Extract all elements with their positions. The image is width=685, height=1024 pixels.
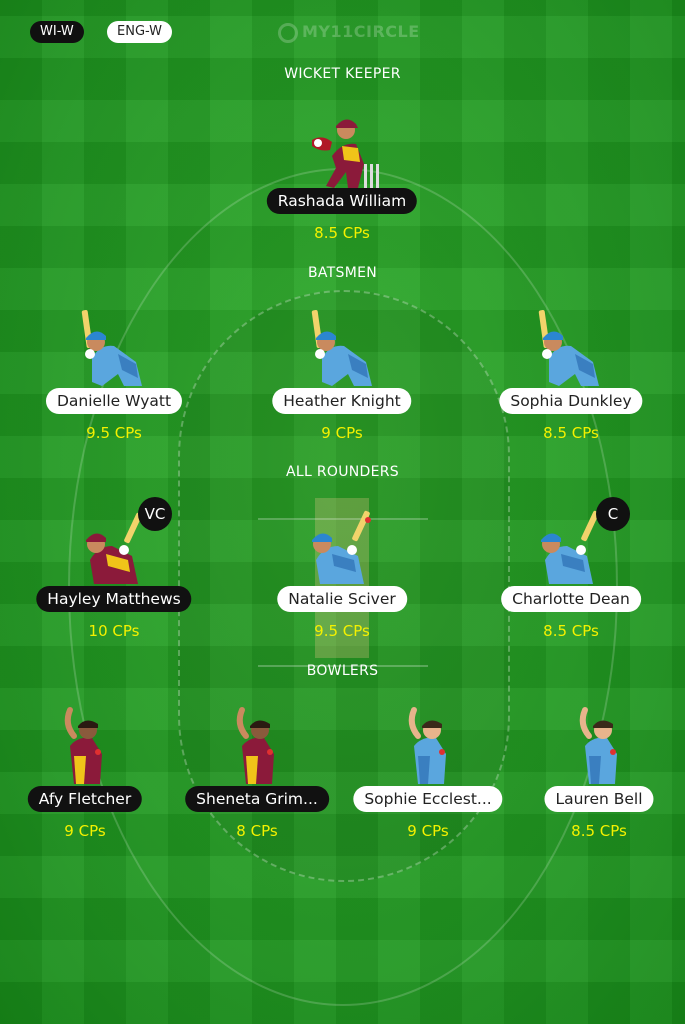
player-credits: 8.5 CPs [571,822,627,840]
team-b-pill: ENG-W [107,21,173,43]
player-credits: 8 CPs [236,822,278,840]
app-logo: MY11CIRCLE [278,18,420,46]
logo-icon [278,22,298,43]
player-name: Danielle Wyatt [45,388,183,414]
section-batsmen: BATSMEN [307,265,378,281]
section-wicket-keeper: WICKET KEEPER [284,66,401,82]
player-credits: 8.5 CPs [314,224,370,242]
vice-captain-badge: VC [138,497,172,531]
batsman-icon [81,310,142,386]
logo-text: MY11CIRCLE [302,22,420,41]
player-credits: 9 CPs [321,424,363,442]
bowler-icon [408,707,446,784]
batsman-icon [311,310,372,386]
player-name: Sophie Ecclest... [353,786,503,812]
section-all-rounders: ALL ROUNDERS [286,464,399,480]
player-name: Natalie Sciver [277,586,407,612]
player-credits: 10 CPs [88,622,140,640]
player-credits: 9 CPs [407,822,449,840]
bowler-icon [236,707,274,784]
player-name: Rashada William [266,188,418,214]
bowler-icon [64,707,102,784]
player-name: Sheneta Grim... [185,786,329,812]
player-name: Lauren Bell [544,786,654,812]
player-credits: 8.5 CPs [543,424,599,442]
wicket-keeper-icon [312,119,379,188]
player-credits: 8.5 CPs [543,622,599,640]
batsman-icon [538,310,599,386]
all-rounder-icon [312,510,371,584]
player-credits: 9.5 CPs [86,424,142,442]
player-credits: 9.5 CPs [314,622,370,640]
section-bowlers: BOWLERS [306,663,379,679]
player-credits: 9 CPs [64,822,106,840]
player-name: Hayley Matthews [36,586,192,612]
team-a-pill: WI-W [30,21,84,43]
player-name: Heather Knight [272,388,412,414]
player-name: Sophia Dunkley [499,388,643,414]
player-name: Charlotte Dean [501,586,641,612]
captain-badge: C [596,497,630,531]
bowler-icon [579,707,617,784]
player-name: Afy Fletcher [27,786,143,812]
